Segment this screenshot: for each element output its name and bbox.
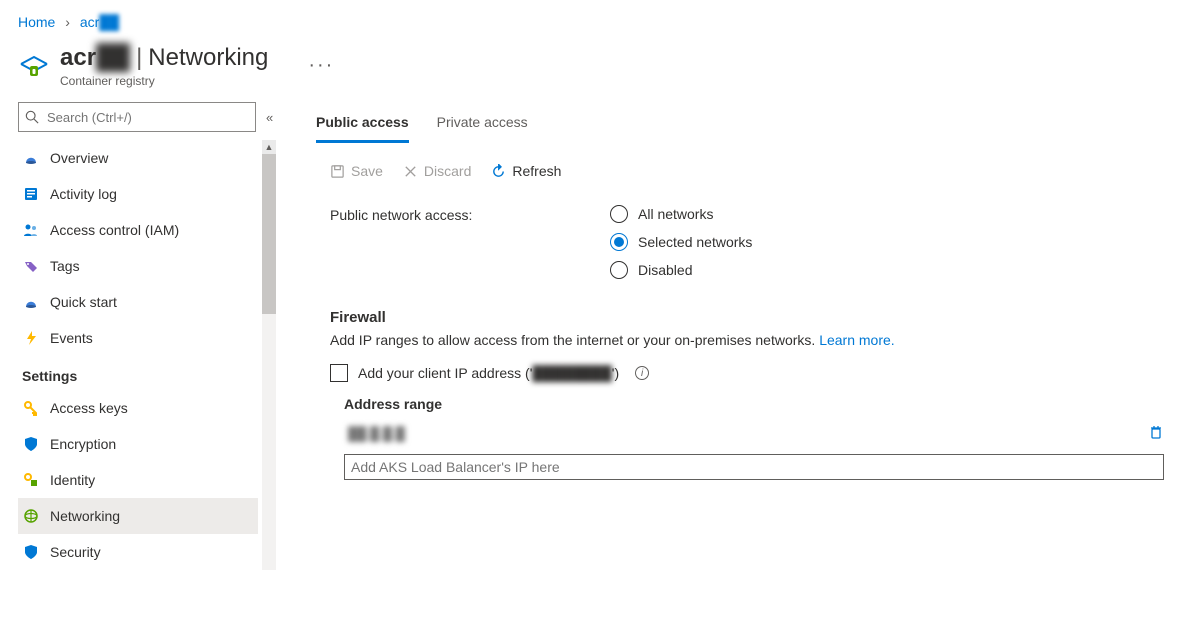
sidebar-item-label: Overview	[50, 150, 108, 166]
save-button: Save	[330, 163, 383, 179]
sidebar-item-overview[interactable]: Overview	[18, 140, 258, 176]
radio-disabled[interactable]: Disabled	[610, 261, 752, 279]
add-client-ip-label: Add your client IP address ('████████')	[358, 365, 619, 381]
page-title: acr██ | Networking	[60, 44, 268, 72]
address-range-header: Address range	[344, 396, 1180, 412]
trash-icon	[1148, 424, 1164, 440]
sidebar-item-label: Encryption	[50, 436, 116, 452]
refresh-button[interactable]: Refresh	[491, 163, 561, 179]
tab-private-access[interactable]: Private access	[437, 108, 528, 143]
address-range-row: ██.█.█.█	[344, 420, 1164, 446]
sidebar-item-access-keys[interactable]: Access keys	[18, 390, 258, 426]
search-icon	[25, 110, 39, 124]
sidebar-scrollbar[interactable]: ▲	[262, 140, 276, 570]
sidebar-item-activity-log[interactable]: Activity log	[18, 176, 258, 212]
page-subtitle: Container registry	[60, 74, 268, 88]
events-icon	[22, 329, 40, 347]
iam-icon	[22, 221, 40, 239]
sidebar-item-tags[interactable]: Tags	[18, 248, 258, 284]
sidebar-item-label: Security	[50, 544, 101, 560]
radio-selected-networks[interactable]: Selected networks	[610, 233, 752, 251]
breadcrumb: Home › acr██	[0, 0, 1200, 38]
tab-public-access[interactable]: Public access	[316, 108, 409, 143]
sidebar-item-label: Events	[50, 330, 93, 346]
save-icon	[330, 164, 345, 179]
sidebar-item-label: Tags	[50, 258, 80, 274]
key-icon	[22, 399, 40, 417]
firewall-desc: Add IP ranges to allow access from the i…	[330, 332, 1180, 348]
security-icon	[22, 543, 40, 561]
learn-more-link[interactable]: Learn more.	[819, 332, 894, 348]
sidebar-item-label: Networking	[50, 508, 120, 524]
sidebar-item-label: Activity log	[50, 186, 117, 202]
sidebar-item-label: Access keys	[50, 400, 128, 416]
add-client-ip-checkbox[interactable]	[330, 364, 348, 382]
sidebar-item-label: Access control (IAM)	[50, 222, 179, 238]
discard-button: Discard	[403, 163, 471, 179]
radio-all-networks[interactable]: All networks	[610, 205, 752, 223]
info-icon[interactable]: i	[635, 366, 649, 380]
sidebar-item-networking[interactable]: Networking	[18, 498, 258, 534]
tabs: Public access Private access	[316, 108, 1180, 143]
sidebar-item-identity[interactable]: Identity	[18, 462, 258, 498]
sidebar-item-label: Identity	[50, 472, 95, 488]
sidebar-item-iam[interactable]: Access control (IAM)	[18, 212, 258, 248]
sidebar-item-security[interactable]: Security	[18, 534, 258, 570]
quick-start-icon	[22, 293, 40, 311]
sidebar-item-quick-start[interactable]: Quick start	[18, 284, 258, 320]
discard-icon	[403, 164, 418, 179]
container-registry-icon	[18, 48, 50, 80]
shield-icon	[22, 435, 40, 453]
more-button[interactable]: ···	[278, 44, 334, 77]
sidebar-item-encryption[interactable]: Encryption	[18, 426, 258, 462]
refresh-icon	[491, 164, 506, 179]
tags-icon	[22, 257, 40, 275]
scrollbar-thumb[interactable]	[262, 154, 276, 314]
breadcrumb-sep: ›	[59, 14, 76, 30]
sidebar-item-events[interactable]: Events	[18, 320, 258, 356]
address-range-input[interactable]	[344, 454, 1164, 480]
public-access-label: Public network access:	[330, 205, 610, 223]
activity-log-icon	[22, 185, 40, 203]
collapse-sidebar-icon[interactable]: «	[266, 110, 273, 125]
address-range-new-row	[344, 454, 1164, 480]
breadcrumb-resource[interactable]: acr██	[80, 14, 119, 30]
sidebar-item-label: Quick start	[50, 294, 117, 310]
identity-icon	[22, 471, 40, 489]
overview-icon	[22, 149, 40, 167]
sidebar-search[interactable]	[18, 102, 256, 132]
delete-row-button[interactable]	[1148, 424, 1164, 443]
sidebar-section-settings: Settings	[18, 356, 258, 390]
address-range-value[interactable]: ██.█.█.█	[344, 420, 1138, 446]
breadcrumb-home[interactable]: Home	[18, 14, 55, 30]
public-access-radios: All networks Selected networks Disabled	[610, 205, 752, 279]
networking-icon	[22, 507, 40, 525]
search-input[interactable]	[45, 109, 249, 126]
firewall-heading: Firewall	[330, 309, 1180, 326]
